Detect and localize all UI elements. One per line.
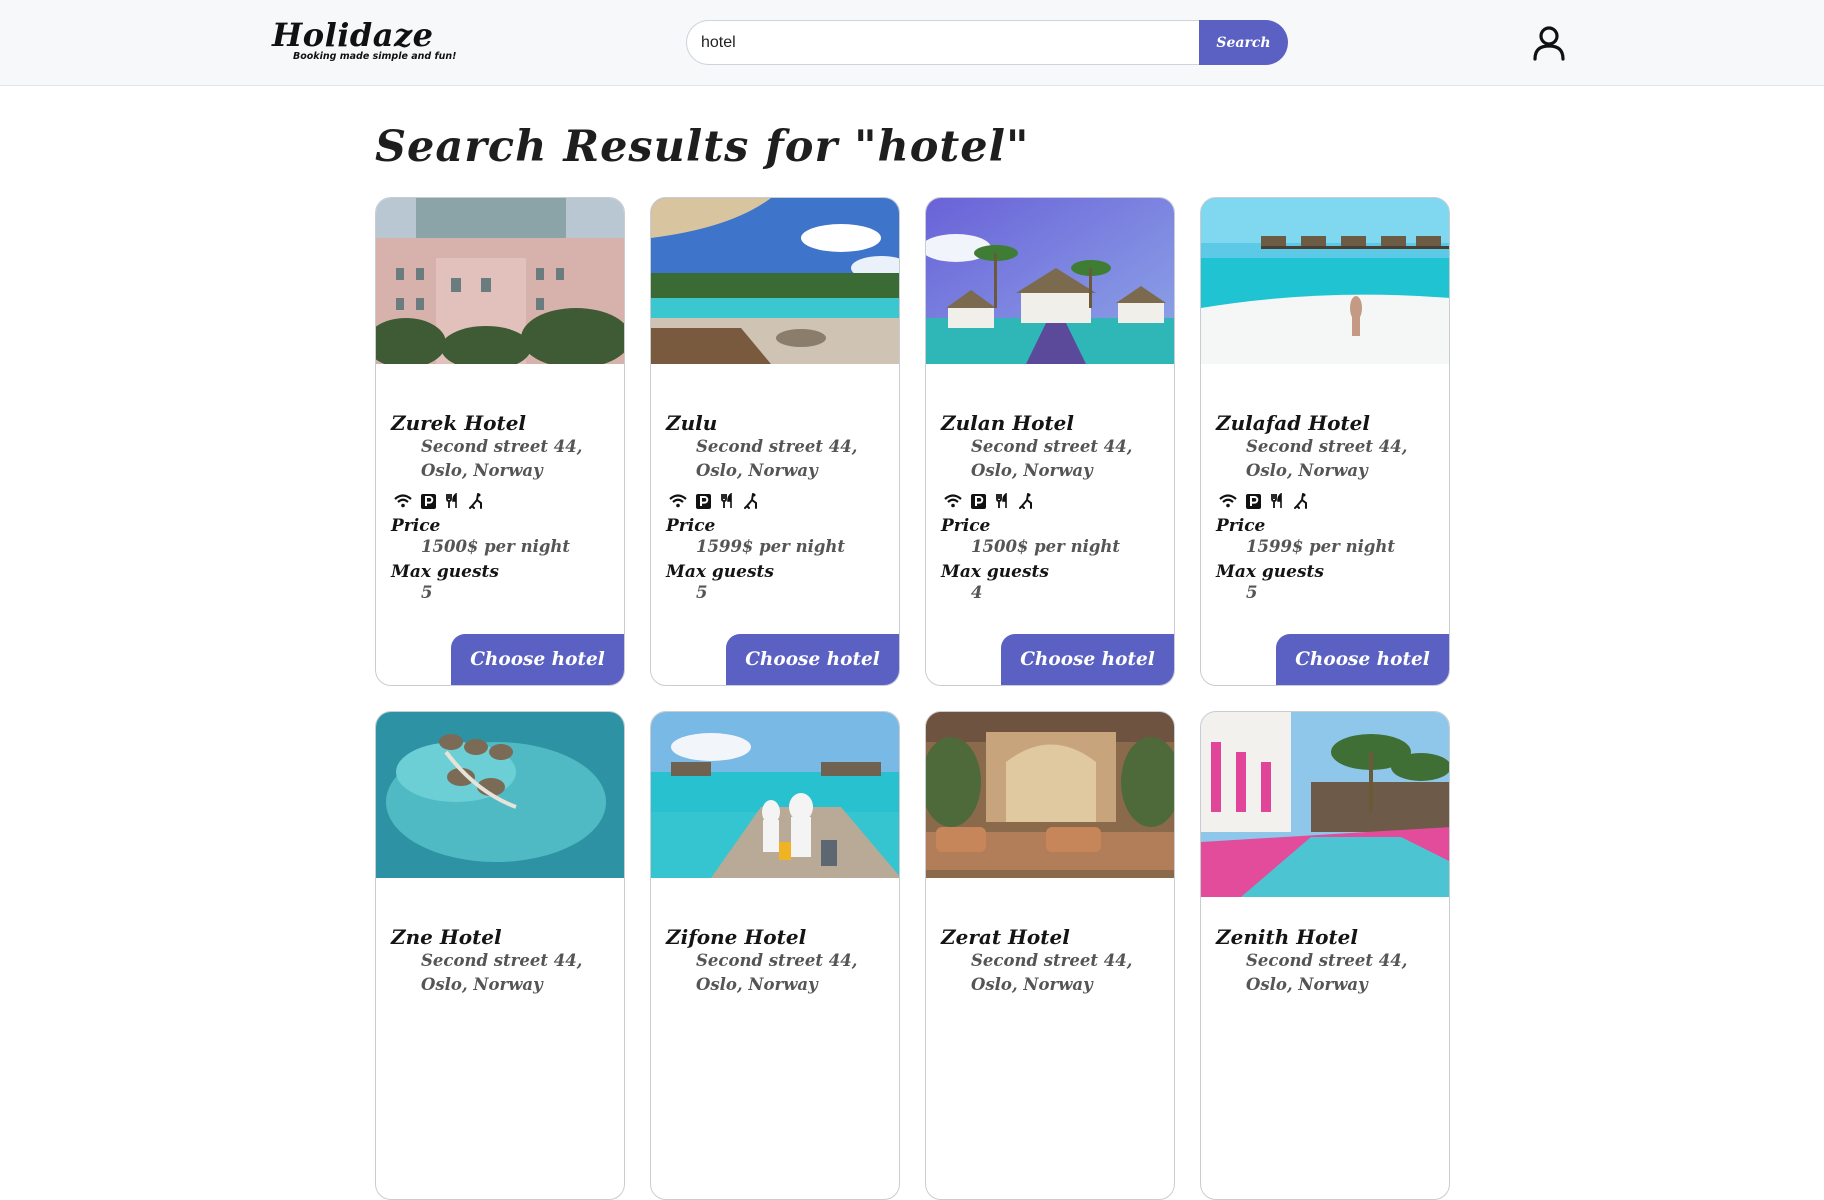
hotel-image[interactable] xyxy=(1201,712,1450,897)
user-icon[interactable] xyxy=(1530,24,1568,62)
hotel-address: Second street 44, Oslo, Norway xyxy=(696,951,858,994)
hotel-name: Zulan Hotel xyxy=(941,411,1074,435)
pets-icon xyxy=(1018,493,1034,509)
pets-icon xyxy=(468,493,484,509)
amenities xyxy=(669,492,891,510)
amenities xyxy=(944,492,1166,510)
hotel-name: Zulu xyxy=(666,411,718,435)
parking-icon xyxy=(971,493,986,509)
hotel-image[interactable] xyxy=(926,198,1175,364)
hotel-address: Second street 44, Oslo, Norway xyxy=(421,951,583,994)
hotel-name: Zne Hotel xyxy=(391,925,502,949)
page-title: Search Results for "hotel" xyxy=(375,122,1030,172)
max-guests-label: Max guests xyxy=(1216,562,1324,582)
price-value: 1500$ per night xyxy=(421,537,571,556)
parking-icon xyxy=(421,493,436,509)
pets-icon xyxy=(1293,493,1309,509)
max-guests-value: 5 xyxy=(421,583,433,602)
hotel-name: Zerat Hotel xyxy=(941,925,1070,949)
hotel-image[interactable] xyxy=(651,198,900,364)
max-guests-value: 5 xyxy=(696,583,708,602)
choose-hotel-button[interactable]: Choose hotel xyxy=(1276,634,1449,685)
hotel-card: Zenith Hotel Second street 44, Oslo, Nor… xyxy=(1200,711,1450,1200)
hotel-card: Zulan Hotel Second street 44, Oslo, Norw… xyxy=(925,197,1175,686)
restaurant-icon xyxy=(1270,493,1284,509)
hotel-image[interactable] xyxy=(376,712,625,878)
restaurant-icon xyxy=(720,493,734,509)
wifi-icon xyxy=(394,494,412,508)
hotel-image[interactable] xyxy=(651,712,900,878)
hotel-card: Zulafad Hotel Second street 44, Oslo, No… xyxy=(1200,197,1450,686)
logo[interactable]: Holidaze Booking made simple and fun! xyxy=(272,18,457,62)
hotel-card: Zulu Second street 44, Oslo, Norway Pric… xyxy=(650,197,900,686)
amenities xyxy=(1219,492,1441,510)
price-label: Price xyxy=(391,516,441,536)
max-guests-value: 4 xyxy=(971,583,983,602)
hotel-address: Second street 44, Oslo, Norway xyxy=(696,437,858,480)
choose-hotel-button[interactable]: Choose hotel xyxy=(451,634,624,685)
hotel-image[interactable] xyxy=(376,198,625,364)
restaurant-icon xyxy=(445,493,459,509)
hotel-card: Zurek Hotel Second street 44, Oslo, Norw… xyxy=(375,197,625,686)
price-label: Price xyxy=(666,516,716,536)
hotel-card: Zne Hotel Second street 44, Oslo, Norway xyxy=(375,711,625,1200)
hotel-address: Second street 44, Oslo, Norway xyxy=(971,951,1133,994)
max-guests-value: 5 xyxy=(1246,583,1258,602)
parking-icon xyxy=(696,493,711,509)
search-bar: Search xyxy=(686,20,1288,65)
price-label: Price xyxy=(941,516,991,536)
top-header: Holidaze Booking made simple and fun! Se… xyxy=(0,0,1824,86)
price-value: 1500$ per night xyxy=(971,537,1121,556)
hotel-image[interactable] xyxy=(1201,198,1450,364)
max-guests-label: Max guests xyxy=(391,562,499,582)
hotel-name: Zifone Hotel xyxy=(666,925,807,949)
hotel-address: Second street 44, Oslo, Norway xyxy=(971,437,1133,480)
restaurant-icon xyxy=(995,493,1009,509)
wifi-icon xyxy=(669,494,687,508)
max-guests-label: Max guests xyxy=(666,562,774,582)
price-value: 1599$ per night xyxy=(696,537,846,556)
amenities xyxy=(394,492,616,510)
logo-title: Holidaze xyxy=(272,16,434,54)
hotel-address: Second street 44, Oslo, Norway xyxy=(421,437,583,480)
hotel-name: Zulafad Hotel xyxy=(1216,411,1371,435)
hotel-address: Second street 44, Oslo, Norway xyxy=(1246,951,1408,994)
hotel-card: Zerat Hotel Second street 44, Oslo, Norw… xyxy=(925,711,1175,1200)
wifi-icon xyxy=(1219,494,1237,508)
pets-icon xyxy=(743,493,759,509)
search-button[interactable]: Search xyxy=(1199,20,1288,65)
hotel-name: Zurek Hotel xyxy=(391,411,527,435)
max-guests-label: Max guests xyxy=(941,562,1049,582)
hotel-address: Second street 44, Oslo, Norway xyxy=(1246,437,1408,480)
price-value: 1599$ per night xyxy=(1246,537,1396,556)
logo-tagline: Booking made simple and fun! xyxy=(293,51,457,62)
price-label: Price xyxy=(1216,516,1266,536)
hotel-name: Zenith Hotel xyxy=(1216,925,1359,949)
choose-hotel-button[interactable]: Choose hotel xyxy=(1001,634,1174,685)
choose-hotel-button[interactable]: Choose hotel xyxy=(726,634,899,685)
hotel-card: Zifone Hotel Second street 44, Oslo, Nor… xyxy=(650,711,900,1200)
wifi-icon xyxy=(944,494,962,508)
search-input[interactable] xyxy=(686,20,1199,65)
hotel-image[interactable] xyxy=(926,712,1175,878)
parking-icon xyxy=(1246,493,1261,509)
